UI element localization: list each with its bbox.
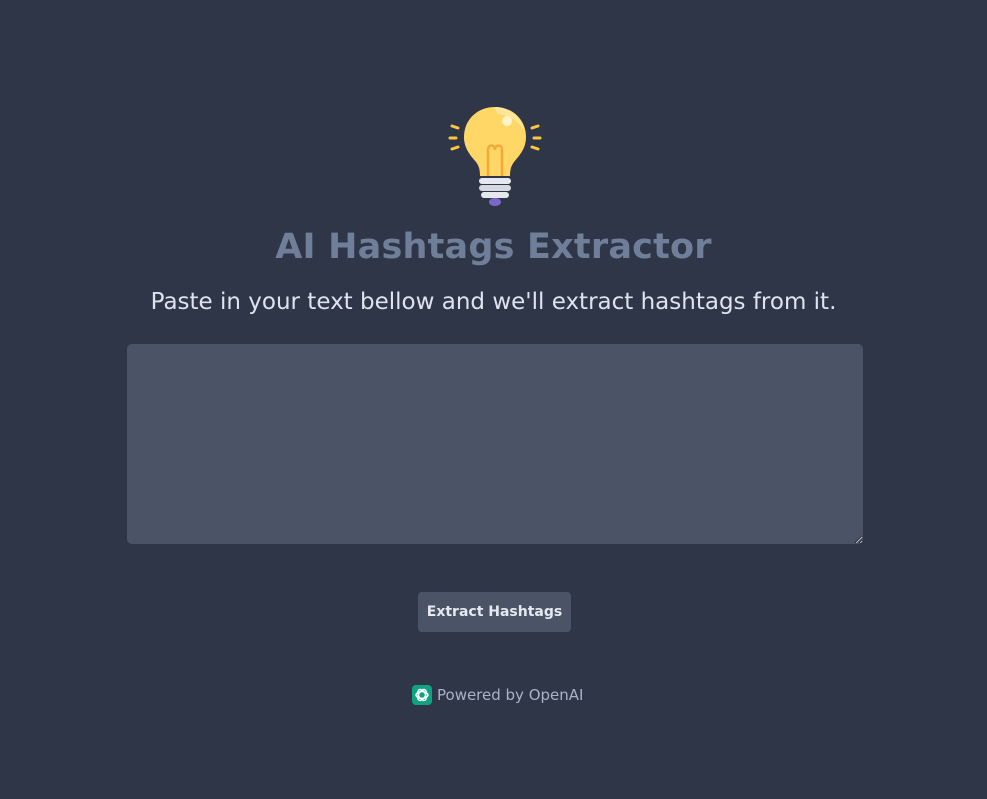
extract-hashtags-button[interactable]: Extract Hashtags <box>418 592 571 632</box>
page-title: AI Hashtags Extractor <box>275 227 712 267</box>
text-input[interactable] <box>127 344 863 544</box>
powered-by-label: Powered by OpenAI <box>437 686 584 704</box>
page-subtitle: Paste in your text bellow and we'll extr… <box>150 289 837 315</box>
lightbulb-icon <box>448 104 542 210</box>
openai-icon <box>412 685 432 705</box>
powered-by: Powered by OpenAI <box>412 684 583 706</box>
page: AI Hashtags Extractor Paste in your text… <box>0 0 987 799</box>
